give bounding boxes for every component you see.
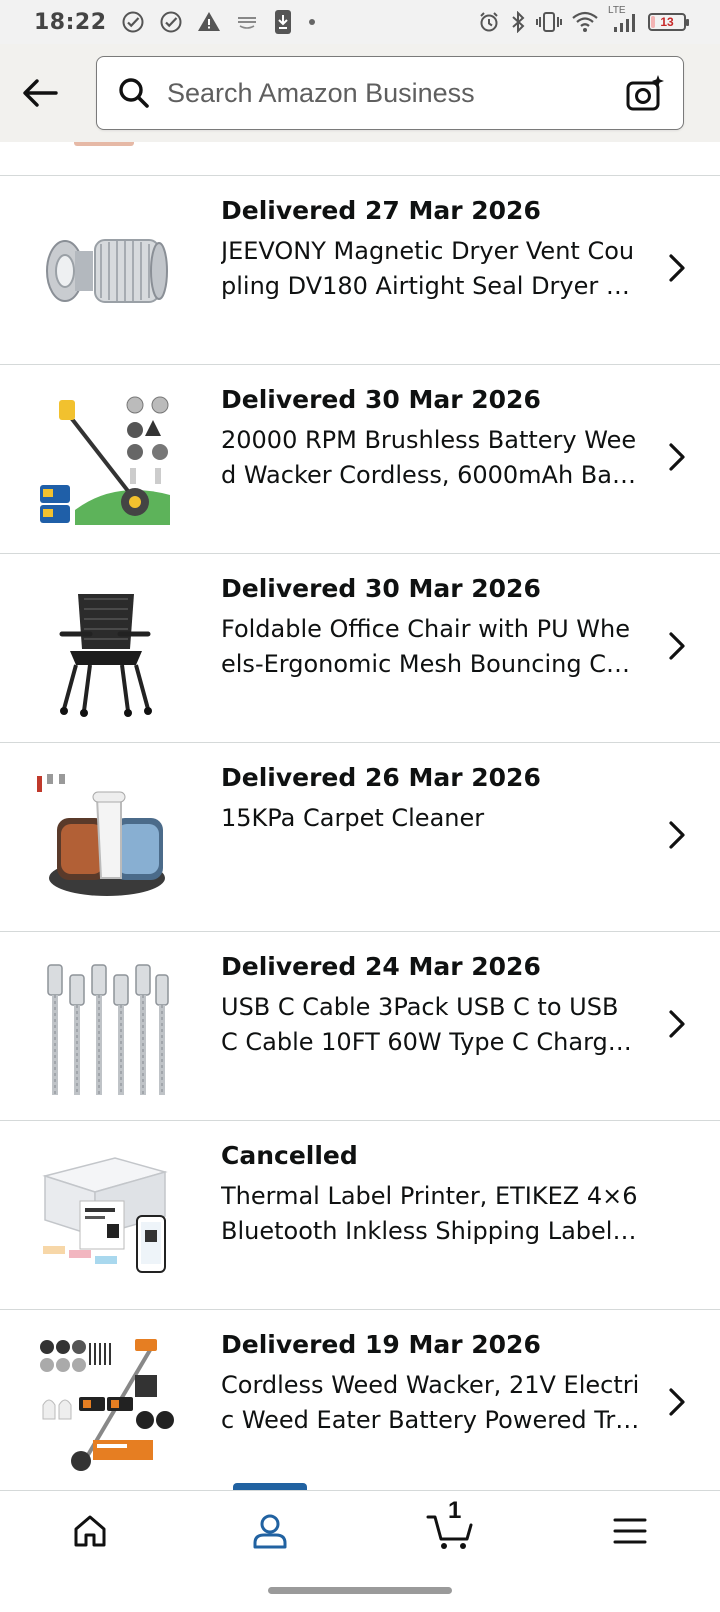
search-input[interactable] (167, 77, 625, 109)
bluetooth-icon (510, 11, 526, 33)
order-row[interactable]: Delivered 30 Mar 2026 Foldable Office Ch… (0, 554, 720, 743)
order-details: Delivered 24 Mar 2026 USB C Cable 3Pack … (221, 951, 641, 1060)
search-header (0, 44, 720, 142)
chevron-right-icon (662, 1004, 692, 1044)
chevron-right-icon (662, 1382, 692, 1422)
check-circle-icon (121, 10, 145, 34)
order-status: Delivered 26 Mar 2026 (221, 763, 541, 792)
search-box[interactable] (96, 56, 684, 130)
chevron-right-icon (662, 626, 692, 666)
order-row[interactable]: Cancelled Thermal Label Printer, ETIKEZ … (0, 1121, 720, 1310)
chevron-right-icon (662, 437, 692, 477)
check-circle-icon (159, 10, 183, 34)
order-status: Delivered 30 Mar 2026 (221, 574, 541, 603)
status-bar: 18:22 LTE 13 (0, 0, 720, 44)
order-details: Delivered 30 Mar 2026 20000 RPM Brushles… (221, 384, 641, 493)
order-status: Cancelled (221, 1141, 358, 1170)
order-row[interactable]: Delivered 19 Mar 2026 Cordless Weed Wack… (0, 1310, 720, 1490)
back-button[interactable] (20, 73, 60, 113)
order-details: Delivered 26 Mar 2026 15KPa Carpet Clean… (221, 762, 641, 836)
order-row[interactable]: Delivered 26 Mar 2026 15KPa Carpet Clean… (0, 743, 720, 932)
back-arrow-icon (23, 79, 58, 107)
nav-cart[interactable]: 1 (360, 1491, 540, 1571)
home-icon (74, 1515, 106, 1547)
account-icon (253, 1514, 287, 1549)
cordless-weed-wacker-image (30, 1330, 180, 1480)
dryer-vent-coupling-image (30, 196, 180, 346)
dot-icon (307, 17, 317, 27)
order-title: Foldable Office Chair with PU Wheels-Erg… (221, 615, 636, 678)
nav-menu[interactable] (540, 1491, 720, 1571)
order-details: Delivered 30 Mar 2026 Foldable Office Ch… (221, 573, 641, 682)
order-status: Delivered 30 Mar 2026 (221, 385, 541, 414)
product-thumbnail (74, 142, 134, 146)
order-title: 20000 RPM Brushless Battery Weed Wacker … (221, 426, 637, 489)
battery-level: 13 (660, 15, 674, 29)
menu-icon (613, 1518, 647, 1544)
order-title: Thermal Label Printer, ETIKEZ 4×6 Blueto… (221, 1182, 638, 1245)
usb-c-cable-image (30, 952, 180, 1102)
order-row[interactable]: Delivered 30 Mar 2026 20000 RPM Brushles… (0, 365, 720, 554)
download-icon (273, 9, 293, 35)
order-title: 15KPa Carpet Cleaner (221, 804, 485, 832)
order-status: Delivered 24 Mar 2026 (221, 952, 541, 981)
office-chair-image (30, 574, 180, 724)
chevron-right-icon (662, 815, 692, 855)
label-printer-image (30, 1141, 180, 1291)
notification-icons (121, 9, 317, 35)
nav-home[interactable] (0, 1491, 180, 1571)
weed-wacker-kit-image (30, 385, 180, 535)
active-tab-indicator (233, 1483, 307, 1490)
order-details: Delivered 19 Mar 2026 Cordless Weed Wack… (221, 1329, 641, 1438)
bottom-nav: 1 (0, 1483, 720, 1612)
alarm-icon (478, 11, 500, 33)
order-details: Delivered 27 Mar 2026 JEEVONY Magnetic D… (221, 195, 641, 304)
previous-order-row[interactable] (0, 142, 720, 176)
gesture-bar (268, 1587, 452, 1594)
order-title: JEEVONY Magnetic Dryer Vent Coupling DV1… (221, 237, 636, 300)
battery-icon: 13 (648, 13, 689, 31)
order-status: Delivered 27 Mar 2026 (221, 196, 541, 225)
nav-account[interactable] (180, 1483, 360, 1571)
network-type: LTE (608, 5, 626, 16)
orders-list: Delivered 27 Mar 2026 JEEVONY Magnetic D… (0, 142, 720, 1490)
signal-icon: LTE (608, 5, 638, 33)
order-title: USB C Cable 3Pack USB C to USB C Cable 1… (221, 993, 633, 1056)
wifi-icon (572, 11, 598, 33)
amazon-business-icon (235, 12, 259, 32)
carpet-cleaner-image (30, 763, 180, 913)
camera-sparkle-icon[interactable] (625, 73, 665, 113)
order-row[interactable]: Delivered 27 Mar 2026 JEEVONY Magnetic D… (0, 176, 720, 365)
cart-count: 1 (448, 1497, 462, 1524)
order-title: Cordless Weed Wacker, 21V Electric Weed … (221, 1371, 640, 1434)
order-status: Delivered 19 Mar 2026 (221, 1330, 541, 1359)
system-icons: LTE 13 (478, 5, 689, 33)
order-row[interactable]: Delivered 24 Mar 2026 USB C Cable 3Pack … (0, 932, 720, 1121)
order-details: Cancelled Thermal Label Printer, ETIKEZ … (221, 1140, 641, 1249)
vibrate-icon (536, 11, 562, 33)
status-time: 18:22 (34, 9, 107, 35)
warning-icon (197, 10, 221, 34)
chevron-right-icon (662, 248, 692, 288)
search-icon (117, 76, 151, 110)
